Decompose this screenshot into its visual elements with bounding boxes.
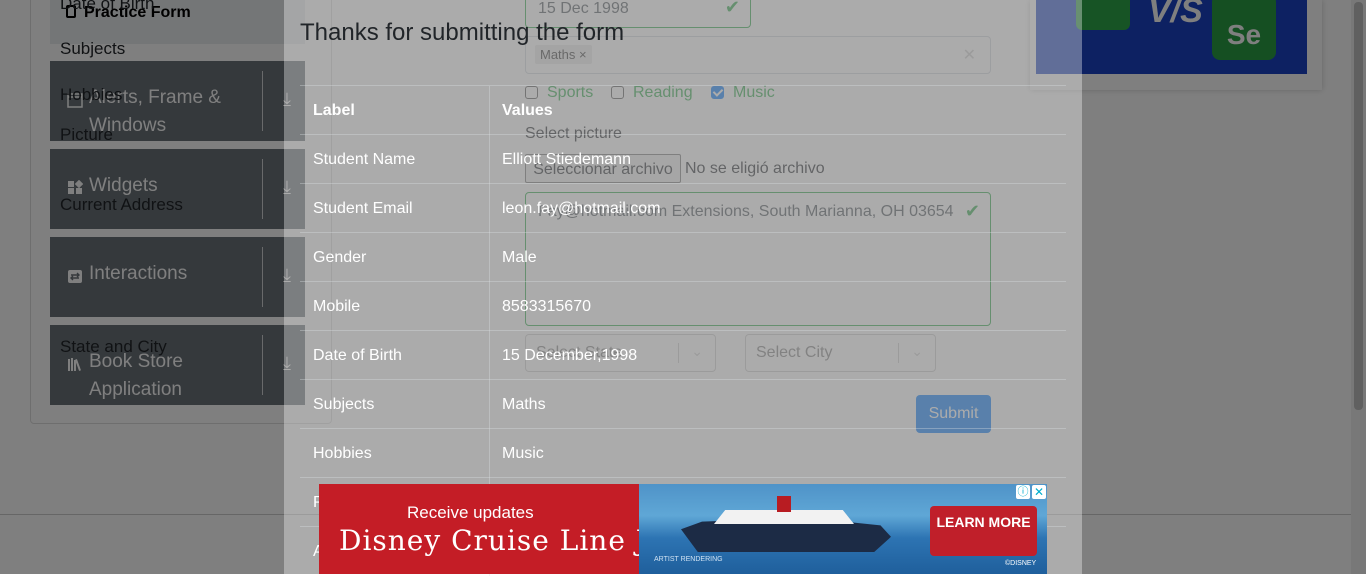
ad-disclaimer: ARTIST RENDERING <box>654 556 723 563</box>
row-label: Date of Birth <box>313 347 402 364</box>
row-value: 15 December,1998 <box>502 347 638 364</box>
ad-copyright: ©DISNEY <box>1005 560 1037 567</box>
modal-title: Thanks for submitting the form <box>300 19 625 46</box>
row-label: Student Email <box>313 200 413 217</box>
ship-deck <box>714 510 854 524</box>
row-value: Maths <box>502 396 546 413</box>
divider <box>489 331 490 380</box>
ad-banner[interactable]: Receive updates Disney Cruise Line JOBS … <box>319 484 1047 574</box>
info-icon[interactable]: ⓘ <box>1016 485 1030 499</box>
header-label: Label <box>313 102 355 119</box>
table-header: Label Values <box>300 85 1066 135</box>
row-label: Student Name <box>313 151 416 168</box>
table-row: Date of Birth 15 December,1998 <box>300 330 1066 380</box>
divider <box>489 282 490 331</box>
row-label: Gender <box>313 249 367 266</box>
row-value: Elliott Stiedemann <box>502 151 631 168</box>
table-row: Student Email leon.fay@hotmail.com <box>300 183 1066 233</box>
row-value: leon.fay@hotmail.com <box>502 200 661 217</box>
ad-headline: Receive updates <box>407 503 534 522</box>
divider <box>489 184 490 233</box>
table-row: Mobile 8583315670 <box>300 281 1066 331</box>
row-value: 8583315670 <box>502 298 591 315</box>
divider <box>489 233 490 282</box>
header-values: Values <box>502 102 553 119</box>
table-row: Hobbies Music <box>300 428 1066 478</box>
divider <box>489 135 490 184</box>
table-row: Student Name Elliott Stiedemann <box>300 134 1066 184</box>
divider <box>489 86 490 135</box>
row-label: Subjects <box>313 396 375 413</box>
divider <box>489 380 490 429</box>
row-label: Hobbies <box>313 445 372 462</box>
table-row: Subjects Maths <box>300 379 1066 429</box>
table-row: Gender Male <box>300 232 1066 282</box>
row-label: Mobile <box>313 298 361 315</box>
row-value: Music <box>502 445 544 462</box>
divider <box>489 429 490 478</box>
row-value: Male <box>502 249 537 266</box>
learn-more-button[interactable]: LEARN MORE <box>930 506 1037 556</box>
ship-funnel <box>777 496 791 512</box>
close-icon[interactable]: ✕ <box>1032 485 1046 499</box>
